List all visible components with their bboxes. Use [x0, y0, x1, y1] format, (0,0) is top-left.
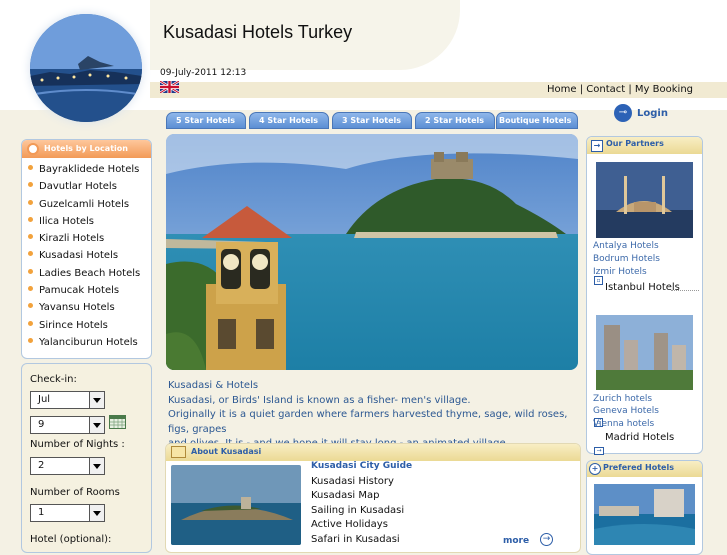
chevron-down-icon — [89, 417, 104, 433]
tab-5-star-hotels[interactable]: 5 Star Hotels — [166, 112, 246, 129]
kusadasi-island-photo — [171, 465, 301, 545]
checkin-day-value: 9 — [38, 419, 45, 430]
checkin-month-value: Jul — [38, 394, 51, 405]
about-link-sailing[interactable]: Sailing in Kusadasi — [311, 505, 412, 520]
istanbul-mosque-photo[interactable] — [596, 162, 693, 238]
intro-line: Kusadasi, or Birds' Island is known as a… — [168, 394, 471, 406]
tab-3-star-hotels[interactable]: 3 Star Hotels — [332, 112, 412, 129]
kusadasi-main-photo — [166, 134, 578, 370]
my-booking-link[interactable]: My Booking — [635, 84, 693, 95]
checkin-month-select[interactable]: Jul — [30, 391, 105, 409]
about-link-safari[interactable]: Safari in Kusadasi — [311, 534, 412, 549]
partners-panel-title: Our Partners — [606, 139, 664, 148]
about-panel-header: About Kusadasi — [166, 444, 580, 461]
tab-4-star-hotels[interactable]: 4 Star Hotels — [249, 112, 329, 129]
location-icon — [27, 143, 39, 155]
site-title: Kusadasi Hotels Turkey — [163, 22, 353, 42]
plus-circle-icon: + — [589, 463, 601, 475]
location-link-ladies-beach[interactable]: Ladies Beach Hotels — [28, 268, 140, 285]
about-panel-title: About Kusadasi — [191, 447, 262, 456]
location-link-pamucak[interactable]: Pamucak Hotels — [28, 285, 140, 302]
preferred-panel-header: + Prefered Hotels — [587, 461, 702, 477]
about-links: Kusadasi City Guide Kusadasi History Kus… — [311, 461, 412, 549]
about-link-city-guide[interactable]: Kusadasi City Guide — [311, 461, 412, 476]
city-skyline-photo[interactable] — [596, 315, 693, 390]
arrow-right-icon: → — [594, 447, 604, 455]
partner-link-bodrum[interactable]: Bodrum Hotels — [593, 254, 660, 264]
tab-boutique-hotels[interactable]: Boutique Hotels — [496, 112, 578, 129]
link-separator: | — [625, 84, 635, 95]
intro-heading: Kusadasi & Hotels — [168, 380, 259, 391]
location-link-yavansu[interactable]: Yavansu Hotels — [28, 302, 140, 319]
contact-link[interactable]: Contact — [586, 84, 625, 95]
location-list: Bayraklidede Hotels Davutlar Hotels Guze… — [28, 164, 140, 354]
nights-select[interactable]: 2 — [30, 457, 105, 475]
nights-value: 2 — [38, 460, 45, 471]
intro-text: Kusadasi & Hotels Kusadasi, or Birds' Is… — [168, 379, 584, 452]
rooms-select[interactable]: 1 — [30, 504, 105, 522]
login-button[interactable]: ⊸ Login — [614, 104, 668, 122]
location-link-kusadasi[interactable]: Kusadasi Hotels — [28, 250, 140, 267]
nights-label: Number of Nights : — [30, 439, 125, 450]
datetime: 09-July-2011 12:13 — [160, 68, 247, 78]
checkin-day-select[interactable]: 9 — [30, 416, 105, 434]
arrow-right-icon: → — [591, 140, 603, 152]
partner-link-vienna[interactable]: Vienna hotels — [593, 419, 654, 429]
folder-icon — [171, 446, 186, 458]
checkin-label: Check-in: — [30, 374, 77, 385]
location-link-kirazli[interactable]: Kirazli Hotels — [28, 233, 140, 250]
hotel-optional-label: Hotel (optional): — [30, 534, 112, 545]
preferred-hotel-photo[interactable] — [594, 484, 695, 545]
chevron-down-icon — [89, 392, 104, 408]
uk-flag-icon[interactable] — [159, 79, 180, 95]
home-link[interactable]: Home — [547, 84, 577, 95]
partner-link-antalya[interactable]: Antalya Hotels — [593, 241, 659, 251]
link-separator: | — [576, 84, 587, 95]
partner-link-zurich[interactable]: Zurich hotels — [593, 394, 652, 404]
partner-featured-istanbul[interactable]: Istanbul Hotels — [605, 282, 680, 293]
top-links: Home | Contact | My Booking — [547, 84, 693, 95]
location-panel-title: Hotels by Location — [44, 144, 128, 153]
about-link-active-holidays[interactable]: Active Holidays — [311, 519, 412, 534]
dotted-divider — [671, 290, 699, 291]
rooms-value: 1 — [38, 507, 45, 518]
about-link-map[interactable]: Kusadasi Map — [311, 490, 412, 505]
rooms-label: Number of Rooms — [30, 487, 120, 498]
location-link-yalanciburun[interactable]: Yalanciburun Hotels — [28, 337, 140, 354]
login-label: Login — [637, 107, 668, 119]
tab-2-star-hotels[interactable]: 2 Star Hotels — [415, 112, 495, 129]
intro-line: Originally it is a quiet garden where fa… — [168, 409, 568, 435]
about-link-history[interactable]: Kusadasi History — [311, 476, 412, 491]
location-panel-header: Hotels by Location — [22, 140, 151, 158]
partners-panel-header: → Our Partners — [587, 137, 702, 154]
location-link-sirince[interactable]: Sirince Hotels — [28, 320, 140, 337]
partner-featured-madrid[interactable]: Madrid Hotels — [605, 432, 674, 443]
location-link-bayraklidede[interactable]: Bayraklidede Hotels — [28, 164, 140, 181]
image-icon: ▫ — [594, 276, 603, 285]
location-link-ilica[interactable]: Ilica Hotels — [28, 216, 140, 233]
calendar-icon[interactable] — [109, 415, 126, 429]
location-link-guzelcamli[interactable]: Guzelcamli Hotels — [28, 199, 140, 216]
logo-image[interactable] — [30, 14, 142, 122]
preferred-panel-title: Prefered Hotels — [603, 463, 674, 472]
key-icon: ⊸ — [614, 104, 632, 122]
chevron-down-icon — [89, 505, 104, 521]
chevron-down-icon — [89, 458, 104, 474]
arrow-right-icon[interactable]: → — [540, 533, 553, 546]
partner-link-geneva[interactable]: Geneva Hotels — [593, 406, 659, 416]
location-link-davutlar[interactable]: Davutlar Hotels — [28, 181, 140, 198]
